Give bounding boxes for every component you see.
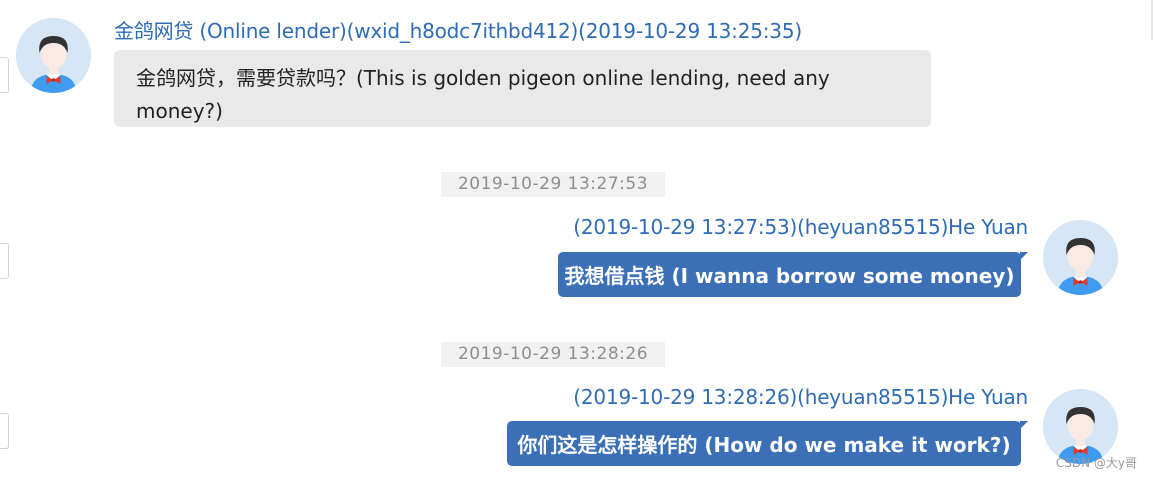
message-checkbox[interactable] — [0, 243, 9, 279]
sender-name: (2019-10-29 13:27:53)(heyuan85515)He Yua… — [573, 215, 1028, 239]
default-user-avatar-icon — [1043, 389, 1118, 464]
time-divider: 2019-10-29 13:28:26 — [441, 342, 665, 367]
sender-name: (2019-10-29 13:28:26)(heyuan85515)He Yua… — [573, 385, 1028, 409]
message-checkbox[interactable] — [0, 413, 9, 449]
avatar[interactable] — [16, 18, 91, 93]
outgoing-message-bubble[interactable]: 我想借点钱 (I wanna borrow some money) — [558, 252, 1028, 297]
outgoing-message-bubble[interactable]: 你们这是怎样操作的 (How do we make it work?) — [507, 421, 1028, 466]
incoming-message-bubble[interactable]: 金鸽网贷，需要贷款吗？(This is golden pigeon online… — [114, 50, 931, 127]
avatar[interactable] — [1043, 389, 1118, 464]
watermark: CSDN @大y哥 — [1055, 456, 1137, 470]
avatar[interactable] — [1043, 220, 1118, 295]
message-checkbox[interactable] — [0, 57, 9, 93]
time-divider: 2019-10-29 13:27:53 — [441, 172, 665, 197]
sender-name: 金鸽网贷 (Online lender)(wxid_h8odc7ithbd412… — [114, 19, 802, 43]
default-user-avatar-icon — [1043, 220, 1118, 295]
default-user-avatar-icon — [16, 18, 91, 93]
